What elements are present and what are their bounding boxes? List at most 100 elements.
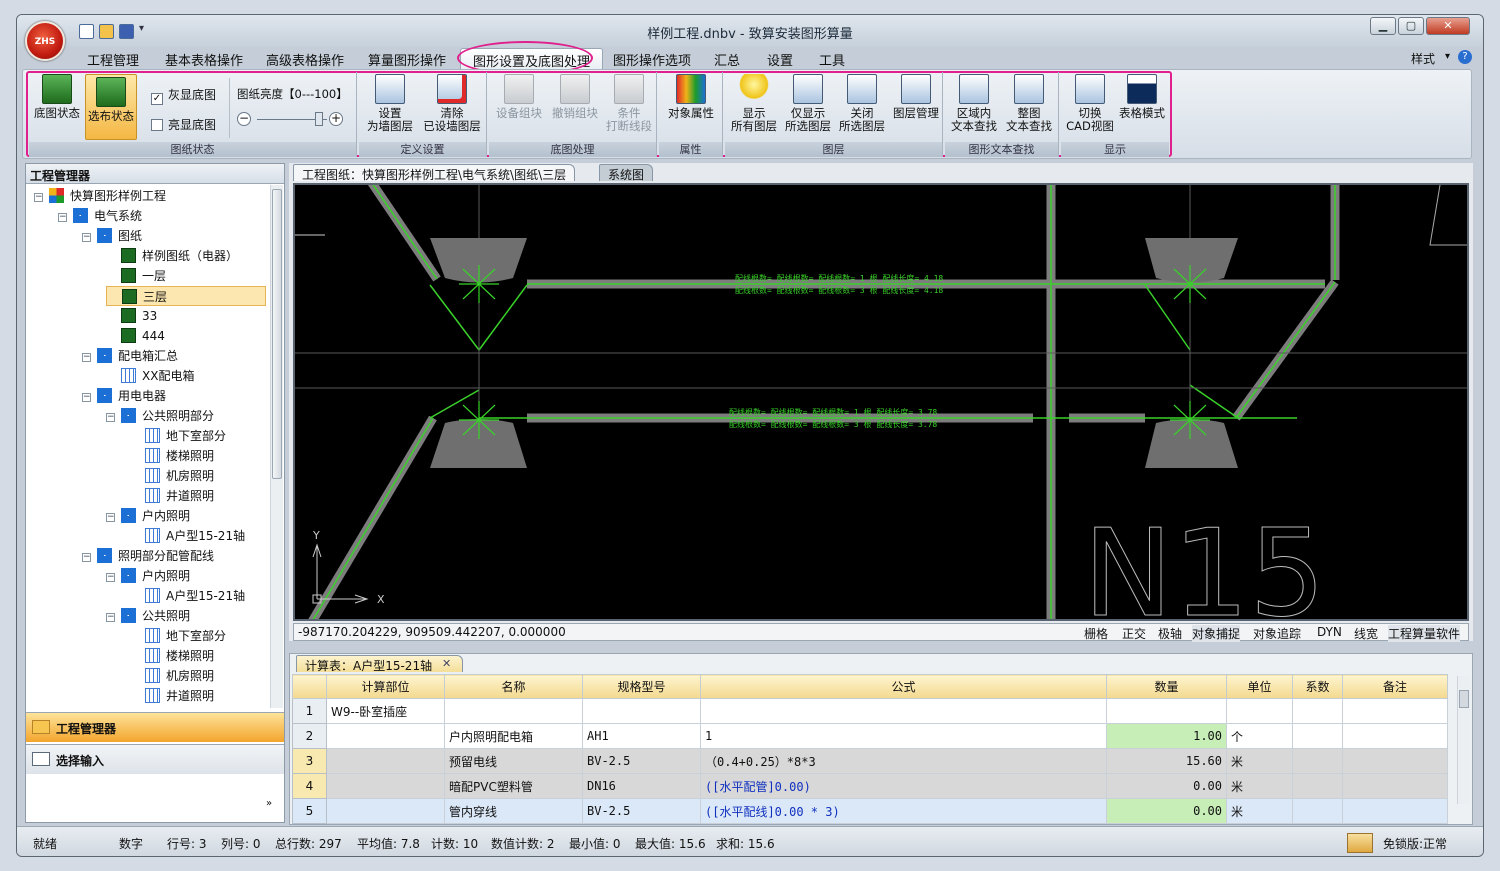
cell-name[interactable] (444, 698, 583, 724)
tree-node[interactable]: 楼梯照明 (130, 646, 214, 666)
nav-select-input[interactable]: 选择输入 (26, 744, 284, 774)
corner-cell[interactable] (292, 674, 327, 699)
brightness-slider[interactable]: − + (237, 112, 347, 128)
row-number[interactable]: 4 (292, 773, 327, 799)
cell-name[interactable]: 暗配PVC塑料管 (444, 773, 583, 799)
tree-node[interactable]: 444 (106, 326, 165, 346)
plus-icon[interactable]: + (329, 112, 343, 126)
polar-toggle[interactable]: 极轴 (1158, 625, 1182, 642)
show-selected-layers-button[interactable]: 仅显示 所选图层 (781, 74, 835, 133)
tree-node[interactable]: − 公共照明部分 (106, 406, 214, 426)
cell-note[interactable] (1342, 748, 1448, 774)
cell-unit[interactable] (1226, 698, 1293, 724)
gray-base-checkbox[interactable]: ✓ 灰显底图 (151, 86, 216, 105)
cell-unit[interactable]: 米 (1226, 798, 1293, 824)
cell-spec[interactable]: AH1 (582, 723, 701, 749)
tree-node[interactable]: +动力干线电缆 (82, 706, 190, 708)
tree-scrollbar[interactable] (270, 185, 283, 708)
cell-part[interactable]: W9--卧室插座 (326, 698, 445, 724)
table-row[interactable]: 4 暗配PVC塑料管 DN16 ([水平配管]0.00) 0.00 米 (292, 773, 1448, 799)
tree-node[interactable]: 一层 (106, 266, 166, 286)
tree-node[interactable]: A户型15-21轴 (130, 586, 245, 606)
tree-node[interactable]: 楼梯照明 (130, 446, 214, 466)
col-header[interactable]: 公式 (700, 674, 1107, 699)
collapse-icon[interactable]: − (82, 233, 91, 242)
maximize-button[interactable]: ▢ (1398, 17, 1424, 35)
row-number[interactable]: 5 (292, 798, 327, 824)
nav-project-manager[interactable]: 工程管理器 (26, 712, 284, 742)
tree-node[interactable]: − 图纸 (82, 226, 142, 246)
tree-node-selected[interactable]: 三层 (106, 286, 266, 306)
menu-graphic-calc[interactable]: 算量图形操作 (368, 50, 446, 69)
tree-node[interactable]: 井道照明 (130, 686, 214, 706)
cell-note[interactable] (1342, 698, 1448, 724)
tree-node[interactable]: 33 (106, 306, 157, 326)
object-track-toggle[interactable]: 对象追踪 (1253, 625, 1301, 642)
clear-wall-layer-button[interactable]: 清除 已设墙图层 (419, 74, 485, 133)
scroll-thumb[interactable] (1459, 690, 1469, 708)
menu-graphic-options[interactable]: 图形操作选项 (613, 50, 691, 69)
cell-coef[interactable] (1292, 748, 1343, 774)
expand-chevron-icon[interactable]: » (266, 798, 272, 809)
cell-spec[interactable] (582, 698, 701, 724)
tree-node[interactable]: XX配电箱 (106, 366, 194, 386)
cell-formula[interactable]: ([水平配管]0.00) (700, 773, 1107, 799)
table-mode-button[interactable]: 表格模式 (1117, 74, 1167, 120)
tree-node[interactable]: 井道照明 (130, 486, 214, 506)
tree-node[interactable]: − 用电电器 (82, 386, 166, 406)
cell-formula[interactable]: （0.4+0.25）*8*3 (700, 748, 1107, 774)
tree-node[interactable]: − 快算图形样例工程 (34, 186, 166, 206)
collapse-icon[interactable]: − (106, 573, 115, 582)
grid-toggle[interactable]: 栅格 (1084, 625, 1108, 642)
cell-qty[interactable]: 1.00 (1106, 723, 1227, 749)
area-text-search-button[interactable]: 区域内 文本查找 (947, 74, 1001, 133)
cell-formula[interactable]: 1 (700, 723, 1107, 749)
table-row[interactable]: 1 W9--卧室插座 (292, 698, 1448, 724)
tab-calc-table[interactable]: 计算表：A户型15-21轴 (296, 655, 464, 673)
col-header[interactable]: 备注 (1342, 674, 1448, 699)
ortho-toggle[interactable]: 正交 (1122, 625, 1146, 642)
cad-drawing[interactable]: 配线根数= 配线根数= 配线根数= 1 根 配线长度= 4.18 配线根数= 配… (295, 185, 1467, 619)
cell-name[interactable]: 户内照明配电箱 (444, 723, 583, 749)
col-header[interactable]: 系数 (1292, 674, 1343, 699)
collapse-icon[interactable]: − (82, 553, 91, 562)
table-row[interactable]: 2 户内照明配电箱 AH1 1 1.00 个 (292, 723, 1448, 749)
help-icon[interactable]: ? (1458, 50, 1472, 64)
set-wall-layer-button[interactable]: 设置 为墙图层 (361, 74, 419, 133)
collapse-icon[interactable]: − (106, 413, 115, 422)
dyn-toggle[interactable]: DYN (1317, 625, 1342, 639)
tree-node[interactable]: 地下室部分 (130, 426, 226, 446)
minimize-button[interactable]: ▁ (1370, 17, 1396, 35)
collapse-icon[interactable]: − (34, 193, 43, 202)
col-header[interactable]: 计算部位 (326, 674, 445, 699)
collapse-icon[interactable]: − (82, 353, 91, 362)
cell-part[interactable] (326, 773, 445, 799)
cell-unit[interactable]: 米 (1226, 748, 1293, 774)
object-snap-toggle[interactable]: 对象捕捉 (1192, 625, 1241, 642)
group-blocks-button[interactable]: 设备组块 (491, 74, 547, 120)
row-number[interactable]: 3 (292, 748, 327, 774)
tree-node[interactable]: − 电气系统 (58, 206, 142, 226)
cell-formula[interactable] (700, 698, 1107, 724)
menu-tools[interactable]: 工具 (819, 50, 845, 69)
menu-basic-table[interactable]: 基本表格操作 (165, 50, 243, 69)
show-all-layers-button[interactable]: 显示 所有图层 (727, 74, 781, 133)
tree-node[interactable]: − 户内照明 (106, 566, 190, 586)
tree-node[interactable]: 机房照明 (130, 666, 214, 686)
tree-node[interactable]: 地下室部分 (130, 626, 226, 646)
cad-canvas[interactable]: 配线根数= 配线根数= 配线根数= 1 根 配线长度= 4.18 配线根数= 配… (293, 183, 1469, 621)
style-dropdown-icon[interactable]: ▾ (1445, 51, 1450, 62)
table-row[interactable]: 5 管内穿线 BV-2.5 ([水平配线]0.00 * 3) 0.00 米 (292, 798, 1448, 824)
tree-node[interactable]: − 公共照明 (106, 606, 190, 626)
cell-name[interactable]: 管内穿线 (444, 798, 583, 824)
menu-settings[interactable]: 设置 (767, 50, 793, 69)
cell-note[interactable] (1342, 773, 1448, 799)
switch-cad-view-button[interactable]: 切换 CAD视图 (1063, 74, 1117, 133)
tree-node[interactable]: 机房照明 (130, 466, 214, 486)
cell-qty[interactable] (1106, 698, 1227, 724)
cell-spec[interactable]: DN16 (582, 773, 701, 799)
table-scrollbar[interactable] (1457, 676, 1470, 804)
cell-part[interactable] (326, 798, 445, 824)
cell-coef[interactable] (1292, 723, 1343, 749)
cell-coef[interactable] (1292, 698, 1343, 724)
